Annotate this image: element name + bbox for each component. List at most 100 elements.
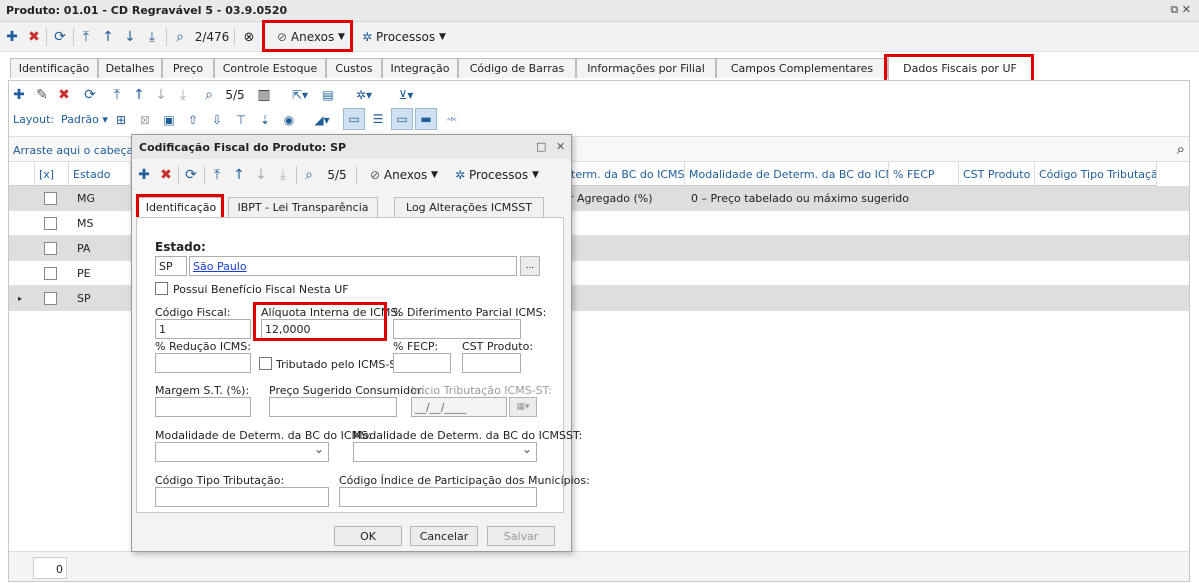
download-layout-icon[interactable]: ⇩ [209,109,225,131]
estado-header[interactable]: Estado [69,162,131,186]
last-record-icon[interactable]: ⤓ [175,84,191,106]
tab-informacoes-filial[interactable]: Informações por Filial [576,58,716,78]
first-record-icon[interactable]: ⤒ [209,164,225,186]
settings-icon[interactable]: ✲▾ [349,84,379,106]
grid-search-icon[interactable]: ⌕ [1177,140,1185,158]
tab-campos-complementares[interactable]: Campos Complementares [716,58,888,78]
pin-icon[interactable]: ⇣ [257,109,273,131]
pin-layout-icon[interactable]: ⊤ [233,109,249,131]
close-icon[interactable]: ✕ [556,140,565,153]
fecp-header[interactable]: % FECP [889,162,959,186]
add-icon[interactable]: ✚ [4,26,20,48]
fecp-field[interactable] [393,353,451,373]
next-record-icon[interactable]: ↓ [122,26,138,48]
maximize-icon[interactable]: □ [536,140,546,153]
cst-field[interactable] [462,353,521,373]
view-mode-3-icon[interactable]: ▭ [391,108,413,130]
row-checkbox[interactable] [44,242,57,255]
refresh-icon[interactable]: ⟳ [183,164,199,186]
paperclip-icon: ⊘ [370,168,381,182]
first-record-icon[interactable]: ⤒ [78,26,94,48]
view-mode-1-icon[interactable]: ▭ [343,108,365,130]
margem-field[interactable] [155,397,251,417]
codigo-fiscal-field[interactable]: 1 [155,319,251,339]
search-icon[interactable]: ⌕ [201,84,217,106]
delete-icon[interactable]: ✖ [56,84,72,106]
next-record-icon[interactable]: ↓ [153,84,169,106]
dialog-processos-button[interactable]: ✲ Processos ▼ [450,164,544,186]
tab-codigo-barras[interactable]: Código de Barras [458,58,576,78]
row-checkbox[interactable] [44,292,57,305]
add-layout-icon[interactable]: ⊞ [113,109,129,131]
abc-icon[interactable]: ᴬᴮᶜ [441,109,463,131]
ok-button[interactable]: OK [334,526,402,546]
refresh-icon[interactable]: ⟳ [52,26,68,48]
search-icon[interactable]: ⌕ [172,26,188,48]
columns-icon[interactable]: ▥ [255,84,273,106]
export-icon[interactable]: ⇱▾ [285,84,315,106]
search-icon[interactable]: ⌕ [301,164,317,186]
view-mode-4-icon[interactable]: ▬ [415,108,437,130]
diferimento-field[interactable] [393,319,521,339]
inicio-tributacao-label: Início Tributação ICMS-ST: [411,384,552,397]
estado-code-field[interactable]: SP [155,256,187,276]
estado-lookup-button[interactable]: ... [520,256,540,276]
previous-record-icon[interactable]: ↑ [100,26,116,48]
restore-icon[interactable]: ⧉ ✕ [1170,3,1191,17]
tab-preco[interactable]: Preço [162,58,214,78]
tab-integracao[interactable]: Integração [382,58,458,78]
zoom-icon[interactable]: ⊗ [240,26,258,48]
tab-detalhes[interactable]: Detalhes [98,58,162,78]
remove-layout-icon[interactable]: ⊠ [137,109,153,131]
report-icon[interactable]: ▤ [319,84,337,106]
row-checkbox[interactable] [44,267,57,280]
tab-custos[interactable]: Custos [326,58,382,78]
refresh-icon[interactable]: ⟳ [82,84,98,106]
reducao-field[interactable] [155,353,251,373]
cst-header[interactable]: CST Produto [959,162,1035,186]
calendar-icon[interactable]: ▦▾ [509,397,537,417]
modalidade-icms-select[interactable] [155,442,329,462]
codigo-tributacao-header[interactable]: Código Tipo Tributação [1035,162,1157,186]
save-layout-icon[interactable]: ▣ [161,109,177,131]
delete-icon[interactable]: ✖ [158,164,174,186]
preco-sugerido-field[interactable] [269,397,397,417]
add-icon[interactable]: ✚ [11,84,27,106]
upload-layout-icon[interactable]: ⇧ [185,109,201,131]
modalidade-icmsst-select[interactable] [353,442,537,462]
dialog-tab-log[interactable]: Log Alterações ICMSST [394,197,544,217]
color-icon[interactable]: ◉ [281,109,297,131]
view-mode-2-icon[interactable]: ☰ [367,108,389,130]
beneficio-label: Possui Benefício Fiscal Nesta UF [173,283,349,296]
delete-icon[interactable]: ✖ [26,26,42,48]
row-checkbox[interactable] [44,192,57,205]
processos-button[interactable]: ✲ Processos ▼ [358,26,450,48]
first-record-icon[interactable]: ⤒ [109,84,125,106]
select-all-header[interactable]: [x] [35,162,69,186]
next-record-icon[interactable]: ↓ [253,164,269,186]
inicio-tributacao-field[interactable]: __/__/____ [411,397,507,417]
previous-record-icon[interactable]: ↑ [231,164,247,186]
layout-select[interactable]: Padrão ▾ [61,113,108,126]
cancelar-button[interactable]: Cancelar [410,526,478,546]
codigo-tipo-field[interactable] [155,487,329,507]
last-record-icon[interactable]: ⤓ [144,26,160,48]
add-icon[interactable]: ✚ [136,164,152,186]
salvar-button[interactable]: Salvar [487,526,555,546]
tributado-checkbox[interactable] [259,357,272,370]
row-checkbox[interactable] [44,217,57,230]
dialog-anexos-button[interactable]: ⊘ Anexos ▼ [364,164,444,186]
codigo-indice-field[interactable] [339,487,537,507]
previous-record-icon[interactable]: ↑ [131,84,147,106]
modalidade-icmsst-label: Modalidade de Determ. da BC do ICMSST: [353,429,583,442]
filter-icon[interactable]: ⊻▾ [391,84,421,106]
tab-identificacao[interactable]: Identificação [10,58,98,78]
dialog-tab-ibpt[interactable]: IBPT - Lei Transparência [228,197,378,217]
beneficio-checkbox[interactable] [155,282,168,295]
estado-name-link[interactable]: São Paulo [189,256,517,276]
edit-icon[interactable]: ✎ [34,84,50,106]
last-record-icon[interactable]: ⤓ [275,164,291,186]
chart-icon[interactable]: ◢▾ [309,109,335,131]
modalidade-bcst-header[interactable]: Modalidade de Determ. da BC do ICMSST [685,162,889,186]
tab-controle-estoque[interactable]: Controle Estoque [214,58,326,78]
